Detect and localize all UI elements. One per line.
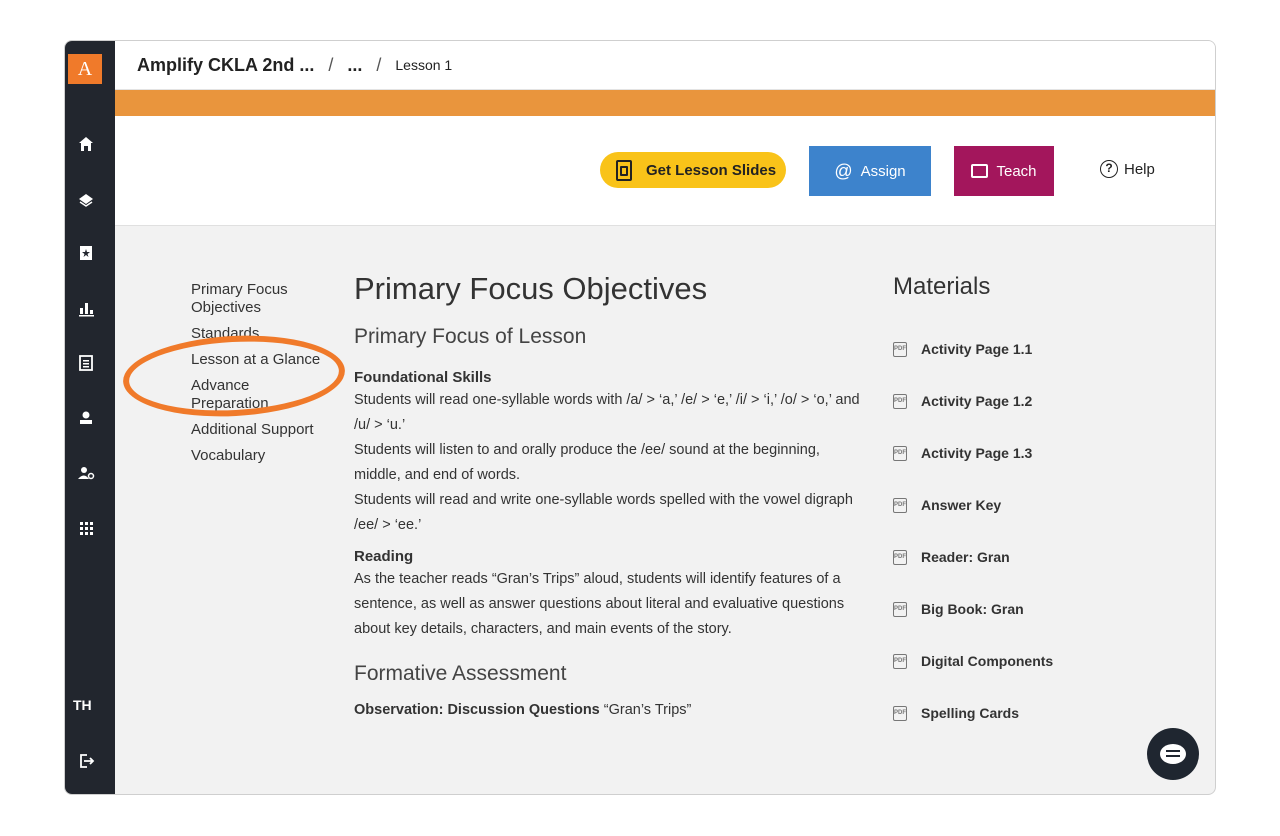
- section-nav-item-primary-focus-objectives[interactable]: Primary Focus Objectives: [191, 281, 321, 317]
- reading-heading: Reading: [354, 548, 414, 565]
- logout-icon[interactable]: [75, 750, 97, 772]
- breadcrumb-ellipsis[interactable]: ...: [347, 55, 362, 76]
- chat-launcher-button[interactable]: [1147, 728, 1199, 780]
- material-label: Spelling Cards: [921, 705, 1020, 721]
- amplify-logo[interactable]: A: [68, 54, 102, 84]
- app-window: A TH Amplify CKLA 2nd ... / ... / Lesson…: [64, 40, 1216, 795]
- material-label: Answer Key: [921, 497, 1002, 513]
- reading-text: As the teacher reads “Gran’s Trips” alou…: [354, 571, 845, 637]
- material-label: Activity Page 1.2: [921, 393, 1033, 409]
- get-lesson-slides-label: Get Lesson Slides: [646, 161, 777, 179]
- material-item[interactable]: PDF Answer Key: [893, 475, 1133, 535]
- foundational-skills-heading: Foundational Skills: [354, 369, 492, 386]
- help-label: Help: [1124, 160, 1155, 178]
- reading-block: Reading As the teacher reads “Gran’s Tri…: [354, 548, 864, 642]
- home-icon[interactable]: [75, 133, 97, 155]
- material-label: Digital Components: [921, 653, 1054, 669]
- pdf-file-icon: PDF: [893, 341, 907, 357]
- material-item[interactable]: PDF Digital Components: [893, 631, 1133, 691]
- presentation-board-icon: [971, 164, 989, 178]
- material-label: Activity Page 1.1: [921, 341, 1033, 357]
- left-nav-rail: A TH: [65, 41, 115, 794]
- question-circle-icon: ?: [1100, 160, 1118, 178]
- at-sign-icon: @: [834, 160, 853, 181]
- foundational-line: Students will read one-syllable words wi…: [354, 392, 860, 433]
- teach-button[interactable]: Teach: [954, 146, 1054, 196]
- foundational-line: Students will read and write one-syllabl…: [354, 492, 853, 533]
- user-initials[interactable]: TH: [73, 697, 92, 713]
- lesson-content: Primary Focus Objectives Primary Focus o…: [354, 271, 864, 718]
- material-item[interactable]: PDF Activity Page 1.1: [893, 319, 1133, 379]
- page-title: Primary Focus Objectives: [354, 271, 708, 306]
- breadcrumb-app[interactable]: Amplify CKLA 2nd ...: [137, 55, 314, 76]
- pdf-file-icon: PDF: [893, 549, 907, 565]
- material-item[interactable]: PDF Activity Page 1.3: [893, 423, 1133, 483]
- material-label: Activity Page 1.3: [921, 445, 1033, 461]
- observation-line: Observation: Discussion Questions “Gran’…: [354, 702, 864, 718]
- formative-assessment-heading: Formative Assessment: [354, 662, 567, 685]
- accent-band: [115, 90, 1215, 116]
- get-lesson-slides-button[interactable]: Get Lesson Slides: [600, 152, 786, 188]
- breadcrumb: Amplify CKLA 2nd ... / ... / Lesson 1: [115, 41, 1215, 90]
- assign-button[interactable]: @ Assign: [809, 146, 931, 196]
- pdf-file-icon: PDF: [893, 601, 907, 617]
- chat-bubble-icon: [1160, 744, 1186, 764]
- materials-panel: Materials PDF Activity Page 1.1 PDF Activi…: [893, 273, 1133, 743]
- material-item[interactable]: PDF Reader: Gran: [893, 527, 1133, 587]
- pdf-file-icon: PDF: [893, 497, 907, 513]
- observation-bold: Observation: Discussion Questions: [354, 702, 600, 718]
- pdf-file-icon: PDF: [893, 445, 907, 461]
- teacher-icon[interactable]: [75, 407, 97, 429]
- materials-title: Materials: [893, 273, 991, 300]
- material-label: Reader: Gran: [921, 549, 1010, 565]
- help-link[interactable]: ? Help: [1100, 160, 1155, 178]
- lesson-toolbar: Get Lesson Slides @ Assign Teach ? Help: [115, 116, 1215, 226]
- teach-label: Teach: [996, 162, 1037, 180]
- material-item[interactable]: PDF Big Book: Gran: [893, 579, 1133, 639]
- pdf-file-icon: PDF: [893, 653, 907, 669]
- foundational-skills-block: Foundational Skills Students will read o…: [354, 369, 864, 538]
- material-item[interactable]: PDF Spelling Cards: [893, 683, 1133, 743]
- assign-label: Assign: [860, 162, 906, 180]
- layers-icon[interactable]: [75, 189, 97, 211]
- foundational-line: Students will listen to and orally produ…: [354, 442, 820, 483]
- material-item[interactable]: PDF Activity Page 1.2: [893, 371, 1133, 431]
- breadcrumb-separator: /: [328, 54, 334, 75]
- bar-chart-icon[interactable]: [75, 297, 97, 319]
- bookmark-star-icon[interactable]: [75, 242, 97, 264]
- material-label: Big Book: Gran: [921, 601, 1024, 617]
- pdf-file-icon: PDF: [893, 705, 907, 721]
- section-nav-item-additional-support[interactable]: Additional Support: [191, 421, 321, 439]
- section-subtitle: Primary Focus of Lesson: [354, 325, 587, 348]
- grid-icon[interactable]: [75, 517, 97, 539]
- user-settings-icon[interactable]: [75, 462, 97, 484]
- document-list-icon[interactable]: [75, 352, 97, 374]
- breadcrumb-separator: /: [376, 54, 382, 75]
- breadcrumb-lesson: Lesson 1: [395, 57, 453, 73]
- section-nav-item-vocabulary[interactable]: Vocabulary: [191, 447, 321, 465]
- pdf-file-icon: PDF: [893, 393, 907, 409]
- slides-doc-icon: [616, 159, 632, 181]
- observation-rest: “Gran’s Trips”: [599, 702, 692, 718]
